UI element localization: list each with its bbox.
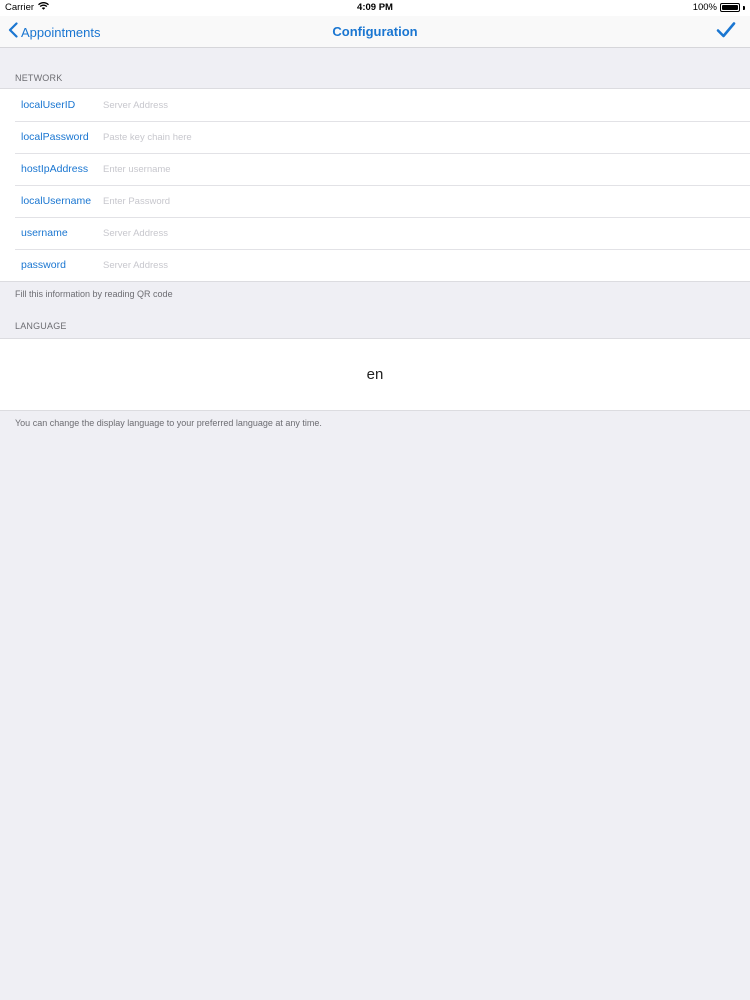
language-section-footer: You can change the display language to y… — [15, 418, 322, 428]
network-group: localUserID localPassword hostIpAddress … — [0, 88, 750, 282]
battery-percent: 100% — [692, 2, 717, 13]
language-selector[interactable]: en — [0, 338, 750, 411]
status-right: 100% — [693, 2, 745, 13]
status-bar: Carrier 4:09 PM 100% — [0, 0, 750, 16]
done-button[interactable] — [716, 21, 736, 44]
network-row-password: password — [0, 249, 750, 281]
network-section-header: NETWORK — [15, 73, 63, 83]
status-time: 4:09 PM — [357, 2, 393, 13]
battery-icon — [720, 3, 740, 12]
password-input[interactable] — [103, 249, 750, 281]
navigation-bar: Appointments Configuration — [0, 16, 750, 48]
back-button-label: Appointments — [21, 25, 101, 40]
local-password-input[interactable] — [103, 121, 750, 153]
network-section-footer: Fill this information by reading QR code — [15, 289, 173, 299]
checkmark-icon — [716, 22, 736, 43]
username-input[interactable] — [103, 217, 750, 249]
local-user-id-input[interactable] — [103, 89, 750, 121]
language-value: en — [366, 366, 384, 383]
network-row-local-username: localUsername — [0, 185, 750, 217]
network-row-local-password: localPassword — [0, 121, 750, 153]
local-username-input[interactable] — [103, 185, 750, 217]
row-label: password — [21, 259, 66, 271]
page-title: Configuration — [332, 24, 418, 39]
row-label: username — [21, 227, 68, 239]
row-label: hostIpAddress — [21, 163, 89, 175]
network-row-local-user-id: localUserID — [0, 89, 750, 121]
language-section-header: LANGUAGE — [15, 321, 67, 331]
row-label: localUsername — [21, 195, 92, 207]
network-row-host-ip-address: hostIpAddress — [0, 153, 750, 185]
network-row-username: username — [0, 217, 750, 249]
chevron-left-icon — [8, 22, 18, 43]
row-label: localPassword — [21, 131, 89, 143]
host-ip-address-input[interactable] — [103, 153, 750, 185]
settings-table: NETWORK localUserID localPassword hostIp… — [0, 48, 750, 428]
row-label: localUserID — [21, 99, 76, 111]
battery-fill — [722, 5, 738, 10]
battery-cap — [743, 5, 745, 10]
back-button[interactable]: Appointments — [8, 22, 101, 43]
